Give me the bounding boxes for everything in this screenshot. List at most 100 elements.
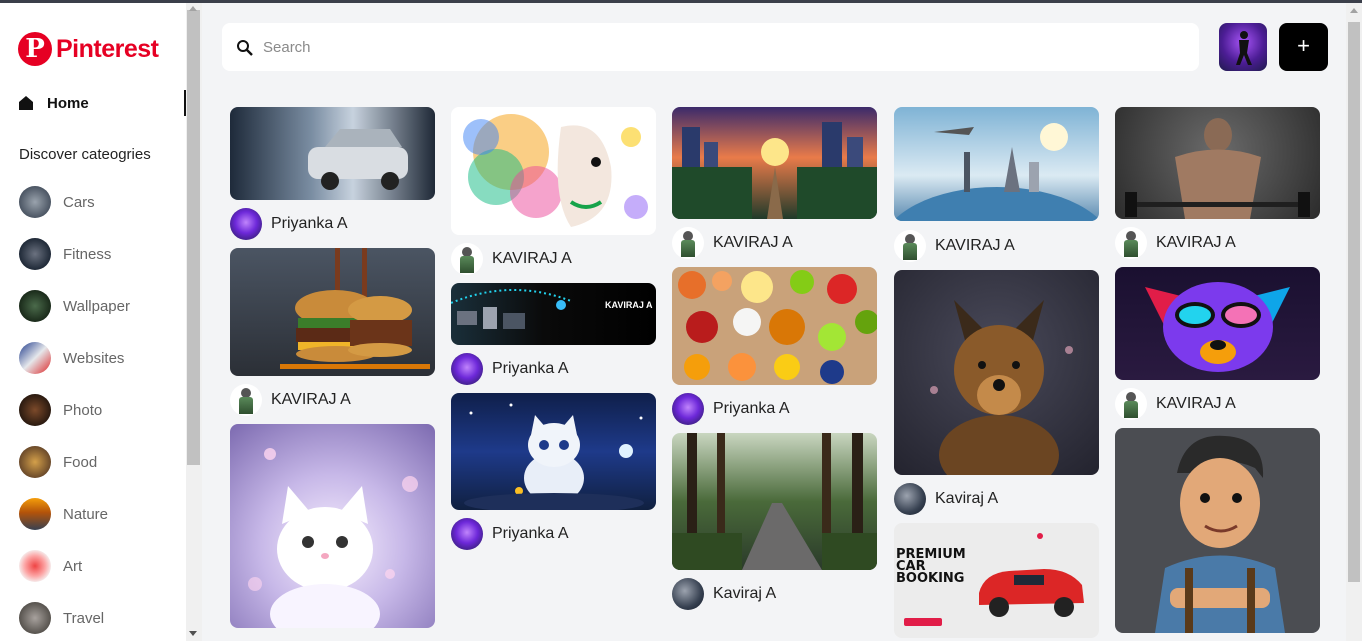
pin-image-neon-dog[interactable] (1115, 267, 1320, 380)
sidebar-item-label: Nature (63, 505, 109, 523)
pin-image-cartoon-man[interactable] (1115, 428, 1320, 633)
pin-image-city-sunset[interactable] (672, 107, 877, 219)
pin-image-kitten-pink[interactable] (230, 424, 435, 628)
author-name: Priyanka A (271, 215, 348, 232)
pin-author[interactable]: Priyanka A (451, 353, 568, 385)
sidebar-item-label: Fitness (63, 245, 112, 263)
author-name: KAVIRAJ A (935, 237, 1015, 254)
pin-image-fitness-man[interactable] (1115, 107, 1320, 219)
logo-text: Pinterest (56, 34, 159, 63)
sidebar-item-label: Home (47, 94, 89, 112)
author-name: Priyanka A (492, 525, 569, 542)
pin-author[interactable]: KAVIRAJ A (672, 227, 793, 259)
scroll-up-arrow-icon[interactable] (1350, 8, 1358, 13)
city-illustration (672, 122, 877, 219)
author-avatar (451, 518, 483, 550)
sidebar-item-food[interactable]: Food (19, 446, 97, 478)
pin-image-german-shepherd[interactable] (894, 270, 1099, 475)
pin-image-globe-travel[interactable] (894, 107, 1099, 221)
ad-headline: PREMIUM CAR BOOKING (896, 547, 966, 586)
pinterest-logo-icon: P (18, 32, 52, 66)
author-name: Priyanka A (492, 360, 569, 377)
pin-author[interactable]: Priyanka A (230, 208, 347, 240)
sidebar-item-label: Cars (63, 193, 95, 211)
art-face-illustration (463, 114, 648, 227)
forest-illustration (672, 433, 877, 570)
fitness-illustration (1125, 118, 1310, 219)
pin-author[interactable]: Kaviraj A (672, 578, 776, 610)
search-bar[interactable] (222, 23, 1199, 71)
sidebar-scrollbar-thumb[interactable] (187, 10, 200, 465)
neon-dog-illustration (1145, 282, 1290, 372)
author-avatar (894, 483, 926, 515)
pin-author[interactable]: KAVIRAJ A (451, 243, 572, 275)
dog-illustration (930, 300, 1073, 475)
photo-thumbnail (19, 394, 51, 426)
user-avatar[interactable] (1219, 23, 1267, 71)
search-icon (237, 39, 253, 56)
discover-heading: Discover cateogries (19, 146, 151, 163)
pin-author[interactable]: KAVIRAJ A (894, 230, 1015, 262)
book-now-badge[interactable] (904, 618, 942, 626)
travel-thumbnail (19, 602, 51, 634)
pin-image-colorful-art[interactable] (451, 107, 656, 235)
fitness-thumbnail (19, 238, 51, 270)
globe-illustration (894, 123, 1099, 221)
pin-image-food-spread[interactable] (672, 267, 877, 385)
sidebar-item-nature[interactable]: Nature (19, 498, 108, 530)
websites-thumbnail (19, 342, 51, 374)
pin-image-tech-banner[interactable]: KAVIRAJ A (451, 283, 656, 345)
sidebar-item-label: Wallpaper (63, 297, 130, 315)
author-avatar (451, 243, 483, 275)
pin-author[interactable]: Priyanka A (451, 518, 568, 550)
main-scrollbar-thumb[interactable] (1348, 22, 1360, 582)
author-avatar (451, 353, 483, 385)
user-avatar-image (1236, 31, 1252, 65)
author-avatar (1115, 227, 1147, 259)
kitten-illustration (248, 448, 418, 628)
pin-image-kitten-night[interactable] (451, 393, 656, 510)
sidebar-item-label: Food (63, 453, 98, 471)
search-input[interactable] (263, 38, 1163, 56)
pin-image-car[interactable] (230, 107, 435, 200)
pin-author[interactable]: KAVIRAJ A (1115, 227, 1236, 259)
pin-author[interactable]: KAVIRAJ A (230, 384, 351, 416)
sidebar-item-label: Travel (63, 609, 105, 627)
author-name: Kaviraj A (713, 585, 777, 602)
sidebar-item-fitness[interactable]: Fitness (19, 238, 111, 270)
scroll-down-arrow-icon[interactable] (189, 631, 197, 636)
food-spread-illustration (678, 270, 877, 384)
car-illustration (308, 129, 408, 190)
author-avatar (672, 393, 704, 425)
sidebar-item-label: Websites (63, 349, 125, 367)
author-avatar (230, 208, 262, 240)
banner-text: KAVIRAJ A (605, 300, 653, 310)
pin-author[interactable]: Priyanka A (672, 393, 789, 425)
create-pin-button[interactable]: + (1279, 23, 1328, 71)
pinterest-logo[interactable]: P Pinterest (18, 32, 159, 66)
sidebar-item-label: Art (63, 557, 83, 575)
author-name: Priyanka A (713, 400, 790, 417)
cars-thumbnail (19, 186, 51, 218)
pin-image-forest-road[interactable] (672, 433, 877, 570)
scroll-up-arrow-icon[interactable] (189, 6, 197, 11)
pin-author[interactable]: KAVIRAJ A (1115, 388, 1236, 420)
sidebar-item-photo[interactable]: Photo (19, 394, 102, 426)
sidebar-item-art[interactable]: Art (19, 550, 82, 582)
sidebar-item-websites[interactable]: Websites (19, 342, 124, 374)
author-name: KAVIRAJ A (1156, 395, 1236, 412)
sidebar-item-home[interactable]: Home (18, 90, 186, 116)
sidebar-item-travel[interactable]: Travel (19, 602, 104, 634)
sidebar-item-cars[interactable]: Cars (19, 186, 95, 218)
sidebar-item-wallpaper[interactable]: Wallpaper (19, 290, 130, 322)
art-thumbnail (19, 550, 51, 582)
kitten-night-illustration (464, 403, 644, 510)
pin-author[interactable]: Kaviraj A (894, 483, 998, 515)
author-name: KAVIRAJ A (713, 234, 793, 251)
nature-thumbnail (19, 498, 51, 530)
author-name: KAVIRAJ A (271, 391, 351, 408)
pin-image-car-booking-ad[interactable]: PREMIUM CAR BOOKING (894, 523, 1099, 638)
author-avatar (894, 230, 926, 262)
wallpaper-thumbnail (19, 290, 51, 322)
pin-image-burger[interactable] (230, 248, 435, 376)
